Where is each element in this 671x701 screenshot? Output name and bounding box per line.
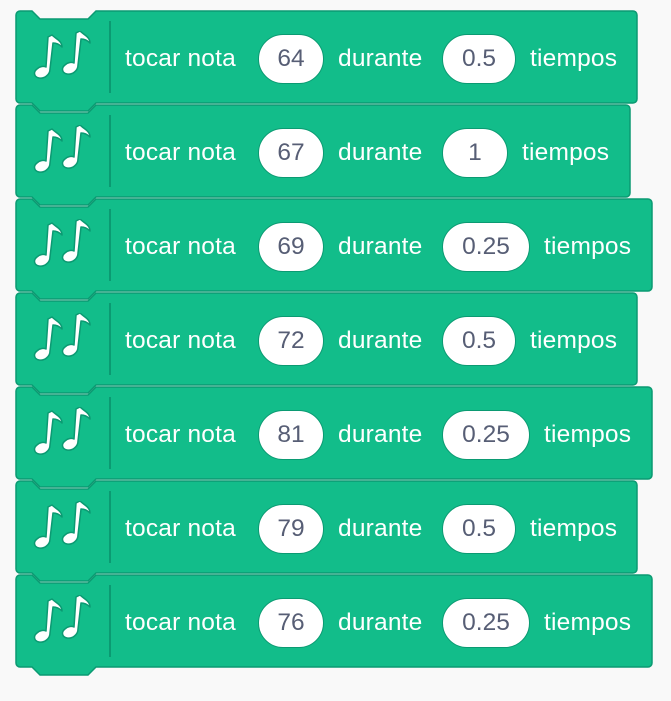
play-note-label: tocar nota (125, 139, 236, 166)
play-note-label: tocar nota (125, 515, 236, 542)
music-notes-icon (33, 313, 91, 361)
beats-unit-label: tiempos (530, 45, 618, 72)
play-note-label: tocar nota (125, 609, 236, 636)
music-notes-icon (33, 219, 91, 267)
note-input[interactable]: 81 (258, 410, 324, 460)
beats-input[interactable]: 0.25 (442, 222, 530, 272)
note-input[interactable]: 67 (258, 128, 324, 178)
beats-input[interactable]: 1 (442, 128, 508, 178)
music-notes-icon (33, 125, 91, 173)
note-input[interactable]: 72 (258, 316, 324, 366)
icon-separator (109, 585, 111, 657)
during-label: durante (338, 139, 423, 166)
beats-unit-label: tiempos (530, 327, 618, 354)
icon-separator (109, 397, 111, 469)
music-notes-icon (33, 407, 91, 455)
note-input[interactable]: 76 (258, 598, 324, 648)
icon-separator (109, 303, 111, 375)
music-notes-icon (33, 31, 91, 79)
play-note-label: tocar nota (125, 421, 236, 448)
icon-separator (109, 115, 111, 187)
play-note-label: tocar nota (125, 233, 236, 260)
music-notes-icon (33, 501, 91, 549)
note-input[interactable]: 79 (258, 504, 324, 554)
beats-input[interactable]: 0.25 (442, 598, 530, 648)
beats-input[interactable]: 0.5 (442, 316, 516, 366)
icon-separator (109, 209, 111, 281)
play-note-block[interactable]: tocar nota 76 durante 0.25 tiempos (15, 574, 653, 685)
play-note-label: tocar nota (125, 45, 236, 72)
note-input[interactable]: 69 (258, 222, 324, 272)
during-label: durante (338, 609, 423, 636)
during-label: durante (338, 327, 423, 354)
icon-separator (109, 491, 111, 563)
beats-input[interactable]: 0.5 (442, 34, 516, 84)
music-notes-icon (33, 595, 91, 643)
icon-separator (109, 21, 111, 93)
beats-unit-label: tiempos (544, 233, 632, 260)
during-label: durante (338, 233, 423, 260)
beats-unit-label: tiempos (530, 515, 618, 542)
beats-unit-label: tiempos (522, 139, 610, 166)
during-label: durante (338, 515, 423, 542)
note-input[interactable]: 64 (258, 34, 324, 84)
beats-input[interactable]: 0.25 (442, 410, 530, 460)
during-label: durante (338, 45, 423, 72)
play-note-label: tocar nota (125, 327, 236, 354)
music-block-stack: tocar nota 64 durante 0.5 tiempos tocar nota 6… (0, 0, 671, 701)
during-label: durante (338, 421, 423, 448)
beats-unit-label: tiempos (544, 609, 632, 636)
beats-input[interactable]: 0.5 (442, 504, 516, 554)
beats-unit-label: tiempos (544, 421, 632, 448)
